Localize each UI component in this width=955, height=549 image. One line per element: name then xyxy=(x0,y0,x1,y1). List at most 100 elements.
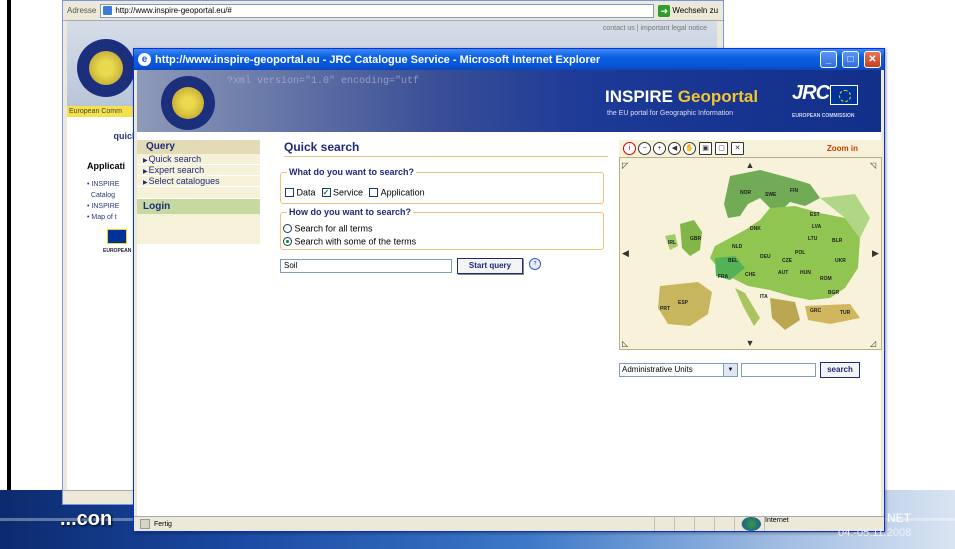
chevron-down-icon[interactable]: ▼ xyxy=(723,364,737,376)
title-bar[interactable]: e http://www.inspire-geoportal.eu - JRC … xyxy=(134,49,884,70)
svg-text:DEU: DEU xyxy=(760,254,771,260)
svg-text:NOR: NOR xyxy=(740,190,752,196)
what-fieldset: What do you want to search? Data ✓ Servi… xyxy=(280,167,604,204)
svg-text:BLR: BLR xyxy=(832,238,843,244)
sidebar-item-login[interactable]: Login xyxy=(137,199,260,214)
map-search-button[interactable]: search xyxy=(820,362,860,378)
portal-title: INSPIRE Geoportal xyxy=(605,87,759,106)
back-top-links[interactable]: contact us | important legal notice xyxy=(603,25,707,32)
list-item[interactable]: Catalog xyxy=(87,190,119,201)
service-checkbox[interactable]: ✓ Service xyxy=(321,187,363,198)
query-input[interactable]: Soil xyxy=(280,259,452,273)
back-icon[interactable]: ◀ xyxy=(668,142,681,155)
page-content: ?xml version="1.0" encoding="utf INSPIRE… xyxy=(137,70,882,516)
svg-text:TUR: TUR xyxy=(840,310,851,316)
eu-flag-icon xyxy=(830,85,858,105)
portal-subtitle: the EU portal for Geographic Information xyxy=(607,110,734,117)
list-item[interactable]: • INSPIRE xyxy=(87,201,119,212)
checkbox-checked-icon: ✓ xyxy=(321,188,331,198)
pan-north-icon: ▲ xyxy=(746,160,755,170)
svg-text:NLD: NLD xyxy=(732,244,743,250)
zoom-out-icon[interactable]: − xyxy=(638,142,651,155)
svg-text:UKR: UKR xyxy=(835,258,846,264)
info-tool-icon[interactable]: i xyxy=(623,142,636,155)
page-icon xyxy=(103,6,113,15)
address-label: Adresse xyxy=(67,6,97,15)
svg-text:PRT: PRT xyxy=(660,306,670,312)
svg-text:FRA: FRA xyxy=(718,274,729,280)
svg-text:FIN: FIN xyxy=(790,188,798,194)
pan-west-icon: ◀ xyxy=(622,248,629,258)
sidebar-item-quick-search[interactable]: ▶Quick search xyxy=(137,154,260,165)
go-button[interactable]: ➜ Wechseln zu xyxy=(658,4,718,17)
sidebar-item-select-catalogues[interactable]: ▶Select catalogues xyxy=(137,176,260,187)
what-options: Data ✓ Service Application xyxy=(285,187,425,198)
data-checkbox[interactable]: Data xyxy=(285,187,316,198)
eu-commission-label: EUROPEAN COMMISSION xyxy=(792,113,855,119)
arrow-right-icon: ▶ xyxy=(143,169,148,175)
back-applications-heading: Applicati xyxy=(87,161,126,171)
slide-left-rule xyxy=(0,0,12,549)
svg-text:GBR: GBR xyxy=(690,236,702,242)
slide-bottom-text: ...con xyxy=(60,508,113,530)
svg-text:ESP: ESP xyxy=(678,300,689,306)
svg-text:POL: POL xyxy=(795,250,805,256)
checkbox-icon xyxy=(285,188,294,198)
pan-icon[interactable]: ✋ xyxy=(683,142,696,155)
help-icon[interactable]: ? xyxy=(529,258,541,270)
svg-text:CZE: CZE xyxy=(782,258,793,264)
layer-select[interactable]: Administrative Units xyxy=(619,363,738,377)
pan-east-icon: ▶ xyxy=(872,248,879,258)
all-terms-radio[interactable]: Search for all terms xyxy=(283,223,373,234)
minimize-button[interactable]: _ xyxy=(820,51,837,68)
query-sidebar: Query ▶Quick search ▶Expert search ▶Sele… xyxy=(137,140,260,244)
jrc-logo: JRC xyxy=(792,82,830,104)
svg-text:IRL: IRL xyxy=(668,240,676,246)
full-extent-icon[interactable]: ▢ xyxy=(715,142,728,155)
map-search-input[interactable] xyxy=(741,363,816,377)
svg-text:DNK: DNK xyxy=(750,226,761,232)
close-button[interactable]: ✕ xyxy=(864,51,881,68)
sidebar-header: Query xyxy=(137,140,260,154)
slide-footer-org: NET xyxy=(887,511,911,525)
svg-text:HUN: HUN xyxy=(800,270,811,276)
status-bar: Fertig Internet xyxy=(134,516,884,531)
list-item[interactable]: • INSPIRE xyxy=(87,179,119,190)
svg-text:SWE: SWE xyxy=(765,192,777,198)
zone-label: Internet xyxy=(764,517,789,531)
sidebar-item-expert-search[interactable]: ▶Expert search xyxy=(137,165,260,176)
list-item[interactable]: • Map of t xyxy=(87,212,119,223)
checkbox-icon xyxy=(369,188,379,198)
clear-icon[interactable]: ✕ xyxy=(731,142,744,155)
svg-text:ITA: ITA xyxy=(760,294,768,300)
back-quick-label: quick xyxy=(113,131,137,141)
sidebar-fill xyxy=(137,214,260,244)
go-arrow-icon: ➜ xyxy=(658,4,671,17)
some-terms-radio[interactable]: Search with some of the terms xyxy=(283,236,416,247)
radio-selected-icon xyxy=(283,237,292,247)
arrow-right-icon: ▶ xyxy=(143,158,148,164)
back-app-list: • INSPIRE Catalog • INSPIRE • Map of t xyxy=(87,179,119,223)
map-canvas[interactable]: ▲ ▼ ◀ ▶ ◸ ◹ ◺ ◿ NOR SWE FIN EST LVA LTU … xyxy=(619,157,882,350)
portal-banner: ?xml version="1.0" encoding="utf INSPIRE… xyxy=(137,70,881,132)
pan-se-icon: ◿ xyxy=(870,339,877,348)
europe-map: ▲ ▼ ◀ ▶ ◸ ◹ ◺ ◿ NOR SWE FIN EST LVA LTU … xyxy=(620,158,881,349)
window-title: http://www.inspire-geoportal.eu - JRC Ca… xyxy=(155,53,601,66)
pan-ne-icon: ◹ xyxy=(870,161,877,170)
back-address-input[interactable]: http://www.inspire-geoportal.eu/# xyxy=(100,3,655,18)
maximize-button[interactable]: □ xyxy=(842,51,859,68)
how-legend: How do you want to search? xyxy=(287,207,414,217)
ie-icon: e xyxy=(138,53,151,66)
slide-footer-date: 04.-05.11.2008 xyxy=(838,527,912,539)
sidebar-spacer xyxy=(137,187,260,199)
eu-flag-icon xyxy=(107,229,127,244)
svg-text:GRC: GRC xyxy=(810,308,822,314)
back-eu-label: EUROPEAN C xyxy=(103,248,137,254)
application-checkbox[interactable]: Application xyxy=(369,187,425,198)
zoom-in-icon[interactable]: + xyxy=(653,142,666,155)
status-text: Fertig xyxy=(154,520,172,528)
svg-text:CHE: CHE xyxy=(745,272,756,278)
zoom-box-icon[interactable]: ▣ xyxy=(699,142,712,155)
how-fieldset: How do you want to search? Search for al… xyxy=(280,207,604,250)
start-query-button[interactable]: Start query xyxy=(457,258,523,274)
